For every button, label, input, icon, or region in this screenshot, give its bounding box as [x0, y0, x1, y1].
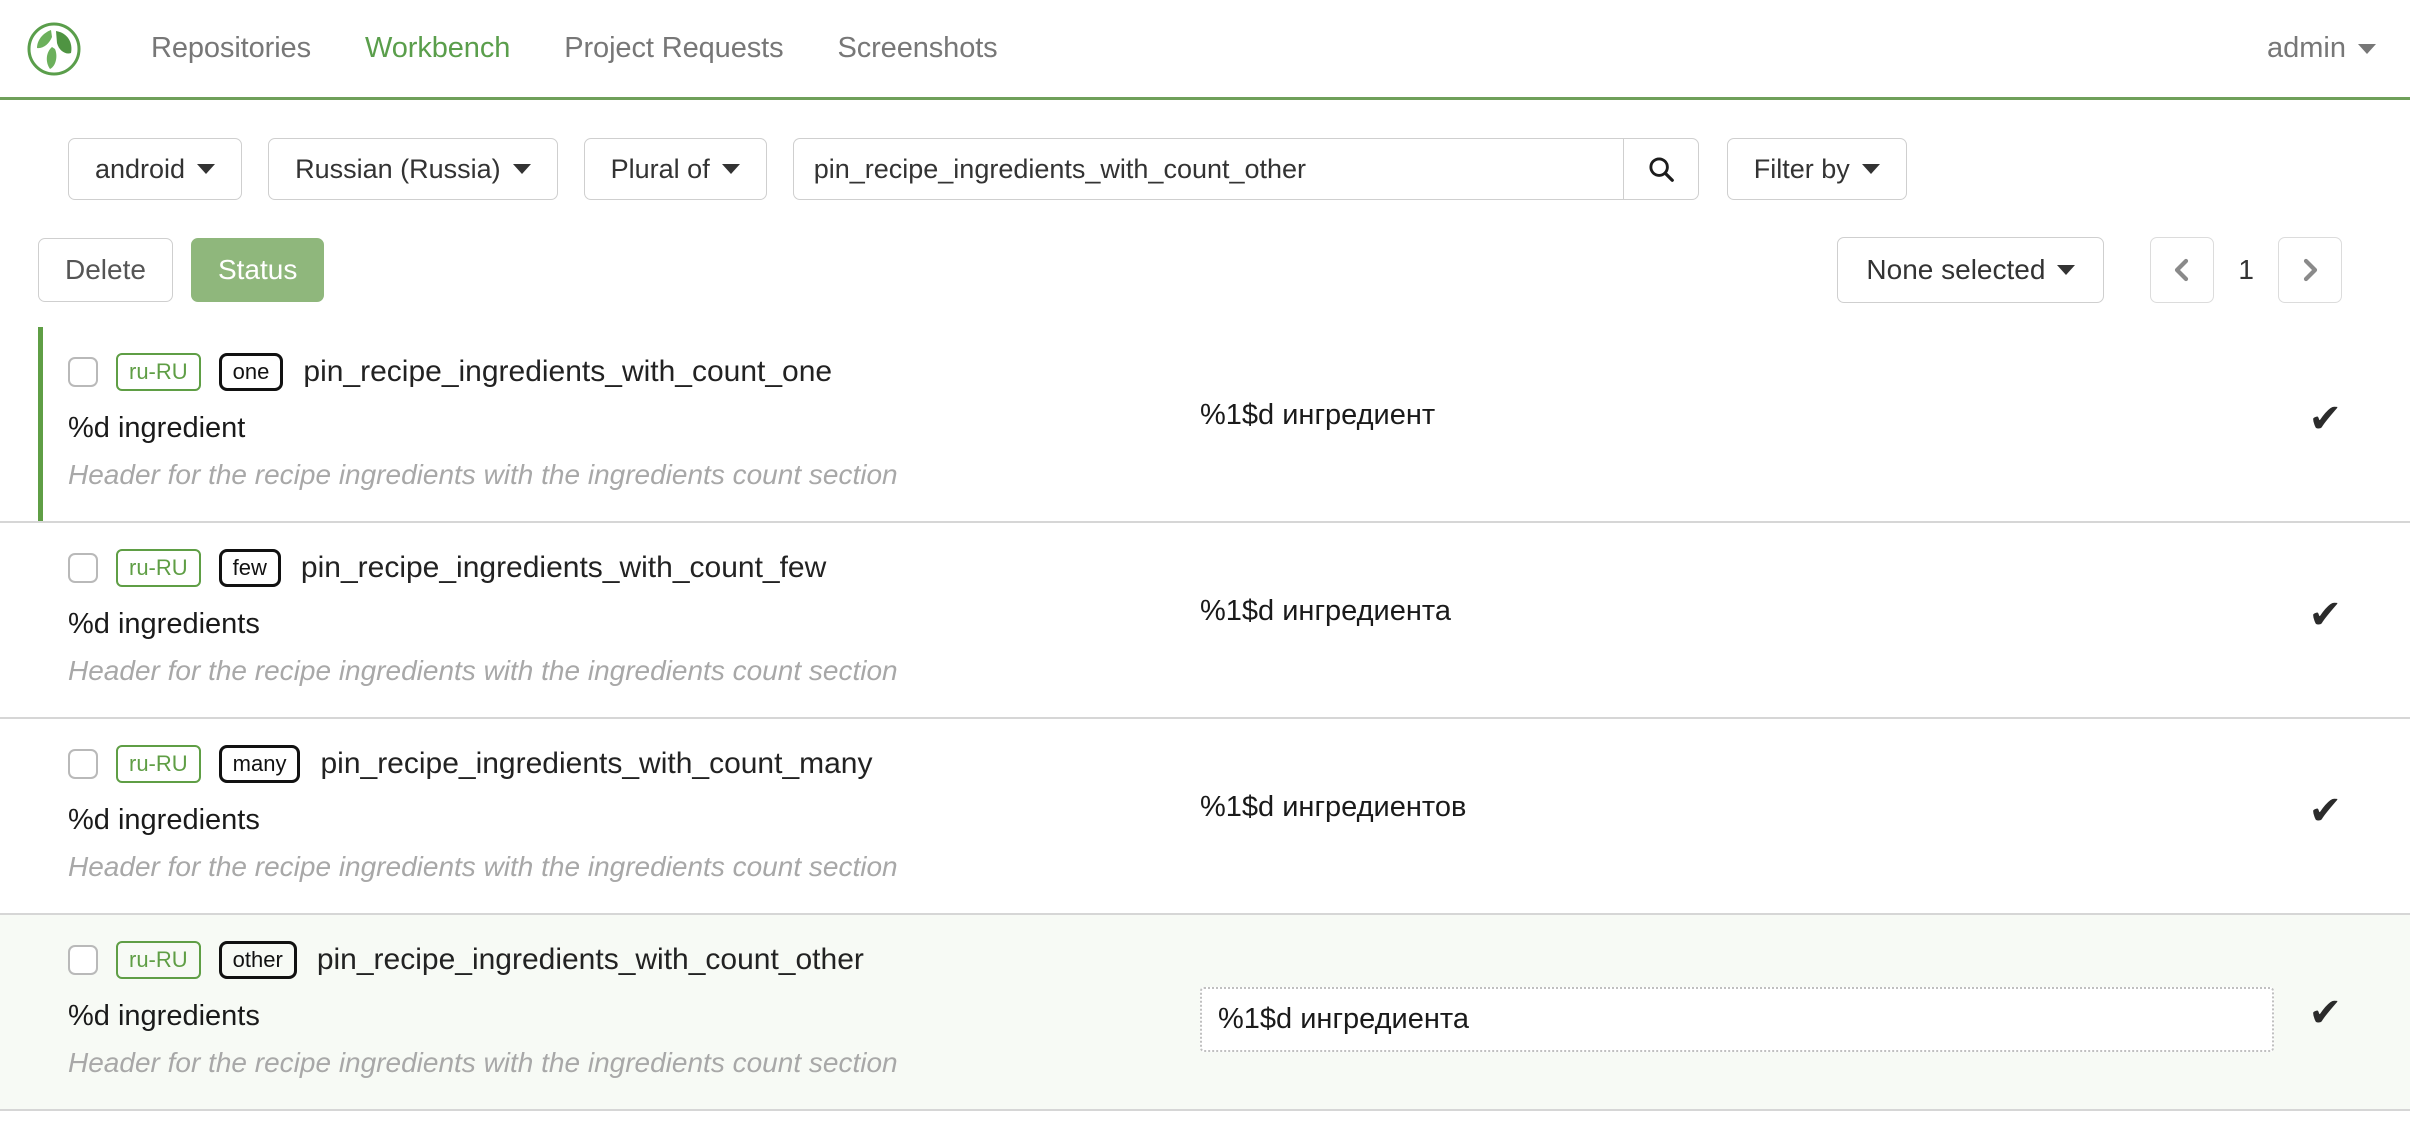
row-accent-bar	[38, 327, 43, 521]
nav-link-screenshots[interactable]: Screenshots	[810, 32, 1024, 65]
row-right: %1$d ингредиентов ✔	[1200, 741, 2410, 883]
nav-links: Repositories Workbench Project Requests …	[124, 32, 1025, 65]
row-target-text[interactable]: %1$d ингредиентов	[1200, 791, 2274, 824]
nav-link-project-requests[interactable]: Project Requests	[537, 32, 810, 65]
filter-by-label: Filter by	[1753, 153, 1850, 184]
project-dropdown-label: android	[95, 153, 186, 184]
row-left: ru-RU many pin_recipe_ingredients_with_c…	[0, 741, 1200, 883]
locale-dropdown[interactable]: Russian (Russia)	[268, 138, 558, 200]
status-button[interactable]: Status	[190, 238, 325, 302]
row-target-input[interactable]	[1200, 987, 2275, 1052]
user-menu-label: admin	[2267, 32, 2346, 64]
row-comment-text: Header for the recipe ingredients with t…	[68, 851, 898, 882]
row-key: pin_recipe_ingredients_with_count_many	[320, 747, 873, 780]
table-row: ru-RU many pin_recipe_ingredients_with_c…	[0, 719, 2410, 915]
chevron-down-icon	[721, 164, 740, 174]
nav-link-workbench[interactable]: Workbench	[338, 32, 537, 65]
row-key-line: ru-RU other pin_recipe_ingredients_with_…	[68, 937, 1200, 983]
row-key-line: ru-RU few pin_recipe_ingredients_with_co…	[68, 545, 1200, 591]
row-comment-text: Header for the recipe ingredients with t…	[68, 655, 898, 686]
row-left: ru-RU other pin_recipe_ingredients_with_…	[0, 937, 1200, 1079]
row-approve-checkmark-icon[interactable]: ✔	[2308, 993, 2342, 1033]
page-number: 1	[2238, 254, 2254, 285]
locale-badge: ru-RU	[116, 549, 201, 587]
chevron-left-icon	[2175, 258, 2189, 282]
list-toolbar: Delete Status None selected 1	[0, 200, 2410, 303]
row-source-text: %d ingredients	[68, 608, 260, 640]
prev-page-button[interactable]	[2150, 237, 2215, 303]
search-submit-button[interactable]	[1622, 138, 1699, 200]
filter-by-dropdown[interactable]: Filter by	[1726, 138, 1907, 200]
row-right: %1$d ингредиента ✔	[1200, 545, 2410, 687]
row-right: %1$d ингредиент ✔	[1200, 349, 2410, 491]
row-key: pin_recipe_ingredients_with_count_few	[300, 551, 827, 584]
locale-badge: ru-RU	[116, 745, 201, 783]
row-key: pin_recipe_ingredients_with_count_one	[303, 355, 833, 388]
row-key-line: ru-RU one pin_recipe_ingredients_with_co…	[68, 349, 1200, 395]
search-group	[792, 138, 1699, 200]
chevron-right-icon	[2303, 258, 2318, 282]
row-approve-checkmark-icon[interactable]: ✔	[2308, 595, 2342, 635]
nav-link-repositories[interactable]: Repositories	[124, 32, 338, 65]
search-type-dropdown[interactable]: Plural of	[583, 138, 767, 200]
leaf-globe-logo-icon[interactable]	[26, 21, 82, 77]
delete-button[interactable]: Delete	[38, 238, 173, 302]
locale-badge: ru-RU	[116, 941, 201, 979]
row-comment-text: Header for the recipe ingredients with t…	[68, 1047, 898, 1078]
plural-badge: many	[218, 745, 301, 783]
selection-dropdown-label: None selected	[1866, 254, 2046, 285]
locale-dropdown-label: Russian (Russia)	[295, 153, 501, 184]
plural-badge: one	[218, 353, 284, 391]
search-type-dropdown-label: Plural of	[610, 153, 710, 184]
chevron-down-icon	[2057, 265, 2076, 275]
row-checkbox[interactable]	[68, 553, 98, 583]
chevron-down-icon	[1861, 164, 1880, 174]
row-right: ✔	[1200, 937, 2410, 1079]
row-source-text: %d ingredient	[68, 412, 246, 444]
row-approve-checkmark-icon[interactable]: ✔	[2308, 399, 2342, 439]
chevron-down-icon	[512, 164, 531, 174]
filter-bar: android Russian (Russia) Plural of Filte…	[0, 100, 2410, 200]
search-icon	[1649, 157, 1674, 182]
row-checkbox[interactable]	[68, 749, 98, 779]
row-left: ru-RU one pin_recipe_ingredients_with_co…	[0, 349, 1200, 491]
toolbar-right: None selected 1	[1837, 237, 2342, 303]
search-input[interactable]	[792, 138, 1623, 200]
table-row: ru-RU few pin_recipe_ingredients_with_co…	[0, 523, 2410, 719]
chevron-down-icon	[2358, 43, 2376, 54]
user-menu[interactable]: admin	[2267, 32, 2376, 65]
translation-list: ru-RU one pin_recipe_ingredients_with_co…	[0, 327, 2410, 1111]
selection-dropdown[interactable]: None selected	[1837, 237, 2105, 303]
row-comment-text: Header for the recipe ingredients with t…	[68, 459, 898, 490]
row-target-text[interactable]: %1$d ингредиента	[1200, 595, 2274, 628]
pagination: 1	[2150, 237, 2342, 303]
row-key: pin_recipe_ingredients_with_count_other	[316, 943, 864, 976]
row-checkbox[interactable]	[68, 357, 98, 387]
row-checkbox[interactable]	[68, 945, 98, 975]
row-key-line: ru-RU many pin_recipe_ingredients_with_c…	[68, 741, 1200, 787]
plural-badge: few	[218, 549, 281, 587]
row-source-text: %d ingredients	[68, 804, 260, 836]
locale-badge: ru-RU	[116, 353, 201, 391]
table-row: ru-RU other pin_recipe_ingredients_with_…	[0, 915, 2410, 1111]
chevron-down-icon	[197, 164, 216, 174]
top-navbar: Repositories Workbench Project Requests …	[0, 0, 2410, 100]
row-left: ru-RU few pin_recipe_ingredients_with_co…	[0, 545, 1200, 687]
table-row: ru-RU one pin_recipe_ingredients_with_co…	[0, 327, 2410, 523]
row-source-text: %d ingredients	[68, 1000, 260, 1032]
plural-badge: other	[218, 941, 297, 979]
row-target-text[interactable]: %1$d ингредиент	[1200, 399, 2274, 432]
row-approve-checkmark-icon[interactable]: ✔	[2308, 791, 2342, 831]
project-dropdown[interactable]: android	[68, 138, 243, 200]
next-page-button[interactable]	[2278, 237, 2342, 303]
